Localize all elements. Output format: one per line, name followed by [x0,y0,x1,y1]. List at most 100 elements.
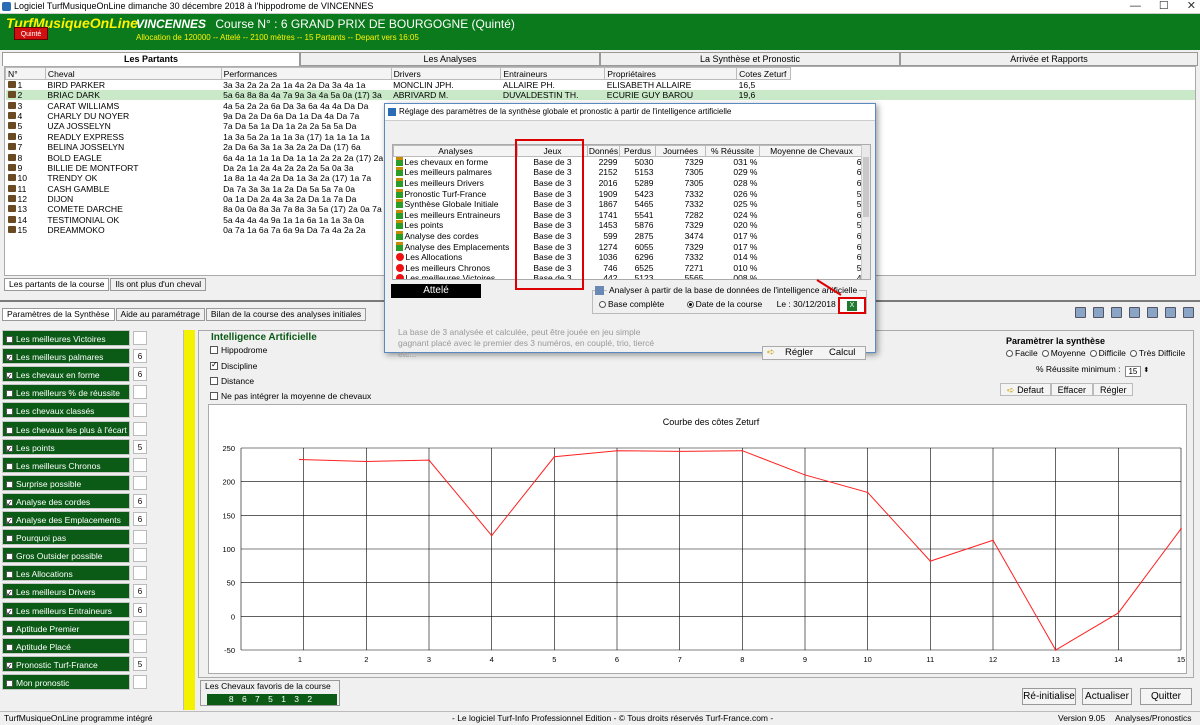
analyse-item[interactable]: Pourquoi pas [2,529,152,546]
dialog-row[interactable]: Les meilleurs Chronos Base de 3 746 6525 727… [394,262,864,273]
analyse-checkbox[interactable] [6,496,13,512]
analyse-checkbox[interactable] [6,625,13,633]
quinte-button[interactable]: Quinté [14,27,48,40]
analyse-checkbox[interactable] [6,643,13,651]
analyse-item[interactable]: Surprise possible [2,474,152,492]
analyse-weight[interactable]: 5 [133,439,147,454]
tool-analyse-icon[interactable] [1075,307,1086,318]
analyse-checkbox[interactable] [6,351,13,367]
ia-option[interactable]: Distance [210,376,254,387]
analyse-weight[interactable] [133,421,147,436]
analyse-checkbox[interactable] [6,535,13,543]
analyse-weight[interactable] [133,530,147,545]
analyse-toggle[interactable]: Aptitude Placé [2,637,130,654]
quitter-button[interactable]: Quitter [1140,688,1192,705]
regler-synth-button[interactable]: Régler [1092,383,1134,396]
dcol-moyenne[interactable]: Moyenne de Chevaux [759,145,864,157]
analyse-toggle[interactable]: Les chevaux en forme [2,366,130,385]
level-radio[interactable]: Moyenne [1041,348,1086,358]
analyse-checkbox[interactable] [6,605,13,621]
dialog-row[interactable]: Les meilleurs Entraineurs Base de 3 1741 55… [394,209,864,220]
level-radio[interactable]: Très Difficile [1129,348,1185,358]
tool-print-icon[interactable] [1165,307,1176,318]
analyse-item[interactable]: Les chevaux en forme 6 [2,366,152,385]
pct-stepper-icon[interactable]: ⬍ [1143,367,1149,374]
tool-export-icon[interactable] [1183,307,1194,318]
analyse-weight[interactable]: 5 [133,656,147,671]
level-radio[interactable]: Facile [1006,348,1038,358]
ia-option-checkbox[interactable] [210,392,218,400]
analyse-toggle[interactable]: Gros Outsider possible [2,547,130,564]
tool-book-icon[interactable] [1111,307,1122,318]
tool-list-icon[interactable] [1129,307,1140,318]
analyse-item[interactable]: Aptitude Premier [2,619,152,637]
col-cheval[interactable]: Cheval [44,67,222,80]
excel-export-button[interactable]: X [838,297,866,314]
analyse-toggle[interactable]: Les meilleurs Drivers [2,583,130,602]
dialog-regler-button[interactable]: Régler [785,347,813,359]
analyse-checkbox[interactable] [6,426,13,434]
tool-edit-icon[interactable] [1147,307,1158,318]
ia-option-checkbox[interactable] [210,346,218,354]
effacer-button[interactable]: Effacer [1050,383,1093,396]
analyse-toggle[interactable]: Les chevaux classés [2,402,130,419]
dialog-row[interactable]: Les meilleurs palmares Base de 3 2152 5153 7… [394,167,864,178]
dcol-journees[interactable]: Journées [655,145,706,157]
dialog-row[interactable]: Les points Base de 3 1453 5876 7329 020 % 5 [394,220,864,231]
analyse-item[interactable]: Les chevaux classés [2,402,152,419]
dialog-row[interactable]: Les meilleures Victoires Base de 3 442 5123… [394,273,864,279]
analyse-toggle[interactable]: Pourquoi pas [2,529,130,546]
tab-synthese[interactable]: La Synthèse et Pronostic [600,52,900,66]
analyse-toggle[interactable]: Les Allocations [2,565,130,582]
analyse-checkbox[interactable] [6,514,13,530]
analyse-checkbox[interactable] [6,679,13,687]
dialog-row[interactable]: Synthèse Globale Initiale Base de 3 1867 54… [394,199,864,210]
actualiser-button[interactable]: Actualiser [1082,688,1132,705]
tab-analyses[interactable]: Les Analyses [300,52,600,66]
col-num[interactable]: N° [5,67,46,80]
partant-row[interactable]: 2 BRIAC DARK 5a 6a 8a 8a 4a 7a 9a 3a 4a 5a… [5,90,1195,101]
dialog-row[interactable]: Les meilleurs Drivers Base de 3 2016 5289 73… [394,177,864,189]
dialog-row[interactable]: Analyse des Emplacements Base de 3 1274 605… [394,241,864,252]
analyse-weight[interactable] [133,638,147,653]
analyse-toggle[interactable]: Les meilleurs palmares [2,348,130,367]
analyse-toggle[interactable]: Les meilleurs % de réussite [2,384,130,401]
dialog-row[interactable]: Les chevaux en forme Base de 3 2299 5030 732… [394,157,864,168]
ia-option[interactable]: Hippodrome [210,345,267,356]
analyse-toggle[interactable]: Analyse des Emplacements [2,511,130,530]
dcol-reussite[interactable]: % Réussite [705,145,760,157]
analyse-toggle[interactable]: Analyse des cordes [2,492,130,512]
analyse-toggle[interactable]: Pronostic Turf-France [2,655,130,675]
analyse-checkbox[interactable] [6,408,13,416]
analyse-weight[interactable] [133,566,147,581]
col-proprietaires[interactable]: Propriétaires [604,67,738,80]
dcol-jeux[interactable]: Jeux [517,145,588,157]
analyse-toggle[interactable]: Les points [2,438,130,458]
analyse-item[interactable]: Mon pronostic [2,673,152,691]
analyse-item[interactable]: Les Allocations [2,565,152,582]
analyse-item[interactable]: Aptitude Placé [2,637,152,655]
tab-aide-parametrage[interactable]: Aide au paramétrage [115,308,205,321]
analyse-weight[interactable] [133,620,147,635]
level-radio[interactable]: Difficile [1089,348,1126,358]
col-drivers[interactable]: Drivers [390,67,502,80]
analyse-weight[interactable]: 6 [133,349,147,364]
maximize-icon[interactable]: ☐ [1159,0,1169,13]
analyse-weight[interactable]: 6 [133,512,147,526]
analyse-checkbox[interactable] [6,336,13,343]
col-performances[interactable]: Performances [220,67,392,80]
analyse-toggle[interactable]: Aptitude Premier [2,619,130,636]
dialog-row[interactable]: Pronostic Turf-France Base de 3 1909 5423 73… [394,188,864,199]
analyse-item[interactable]: Les points 5 [2,438,152,458]
analyse-checkbox[interactable] [6,571,13,579]
analyse-weight[interactable]: 6 [133,367,147,382]
ia-option[interactable]: Ne pas intégrer la moyenne de chevaux [210,391,371,402]
tool-doc-icon[interactable] [1093,307,1104,318]
partant-row[interactable]: 1 BIRD PARKER 3a 3a 2a 2a 2a 1a 4a 2a Da 3… [6,80,1196,90]
dialog-row[interactable]: Analyse des cordes Base de 3 599 2875 3474 01… [394,230,864,242]
tab-partants[interactable]: Les Partants [2,52,300,66]
analyse-item[interactable]: Les meilleurs Chronos [2,456,152,474]
analyse-weight[interactable] [133,457,147,472]
analyse-item[interactable]: Analyse des cordes 6 [2,492,152,512]
dcol-donnes[interactable]: Donnés [587,145,620,157]
